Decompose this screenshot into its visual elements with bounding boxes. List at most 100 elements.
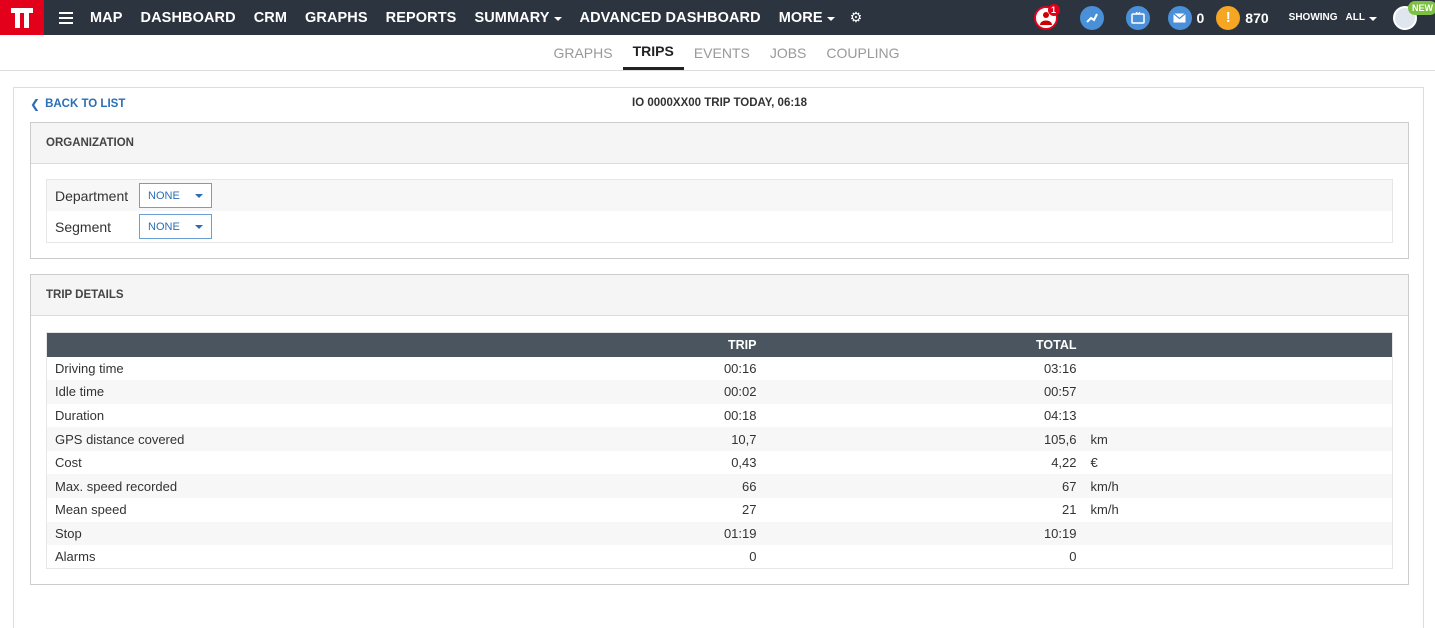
nav-item-more[interactable]: MORE <box>770 10 844 26</box>
table-row: Alarms 0 0 <box>46 545 1393 569</box>
top-navbar: MAP DASHBOARD CRM GRAPHS REPORTS SUMMARY ADVAN… <box>0 0 1435 35</box>
tab-jobs[interactable]: JOBS <box>760 35 817 70</box>
nav-item-label: DASHBOARD <box>140 9 236 26</box>
column-header-trip: TRIP <box>566 332 757 357</box>
main-content: IO 0000XX00 TRIP TODAY, 06:18 ❮ BACK TO … <box>13 87 1424 628</box>
cell-unit <box>1077 404 1393 428</box>
nav-item-map[interactable]: MAP <box>81 10 132 26</box>
organization-panel: ORGANIZATION Department NONE Segment NON… <box>30 122 1409 259</box>
nav-item-label: ADVANCED DASHBOARD <box>579 9 761 26</box>
showing-value: ALL <box>1345 12 1365 23</box>
logo-icon <box>11 7 33 28</box>
cell-label: Driving time <box>55 360 124 376</box>
cell-trip: 27 <box>742 502 757 518</box>
cell-unit <box>1077 522 1393 546</box>
alert-notification-icon[interactable]: 1 <box>1033 3 1060 30</box>
organization-heading: ORGANIZATION <box>31 123 1408 164</box>
messages-icon[interactable] <box>1167 5 1192 30</box>
cell-label: Idle time <box>55 384 105 400</box>
menu-icon[interactable] <box>59 11 73 24</box>
organization-form: Department NONE Segment NONE <box>46 179 1393 243</box>
toolbar-right: 1 0 ! 870 SHOWING ALL NEW <box>1033 0 1435 35</box>
warnings-count: 870 <box>1245 9 1269 26</box>
nav-item-reports[interactable]: REPORTS <box>377 10 466 26</box>
cell-label: Stop <box>55 525 82 541</box>
chevron-down-icon <box>195 194 203 198</box>
cell-label: GPS distance covered <box>55 431 185 447</box>
cell-label: Alarms <box>55 549 96 565</box>
chevron-down-icon <box>553 16 562 21</box>
nav-item-advanced-dashboard[interactable]: ADVANCED DASHBOARD <box>571 10 770 26</box>
nav-item-label: CRM <box>253 9 288 26</box>
segment-label: Segment <box>55 218 112 235</box>
chevron-down-icon <box>826 16 835 21</box>
cell-trip: 00:02 <box>723 384 757 400</box>
cell-trip: 00:18 <box>723 407 757 423</box>
column-header-total: TOTAL <box>756 332 1077 357</box>
tab-events[interactable]: EVENTS <box>684 35 760 70</box>
cell-trip: 10,7 <box>731 431 757 447</box>
column-header-unit <box>1076 332 1393 357</box>
cell-total: 04:13 <box>1043 407 1077 423</box>
segment-select[interactable]: NONE <box>139 214 212 239</box>
main-nav: MAP DASHBOARD CRM GRAPHS REPORTS SUMMARY ADVAN… <box>81 10 844 26</box>
cell-trip: 01:19 <box>723 525 757 541</box>
globe-icon[interactable]: NEW <box>1393 0 1435 30</box>
nav-item-graphs[interactable]: GRAPHS <box>296 10 377 26</box>
cell-unit: km <box>1090 431 1108 447</box>
back-label: BACK TO LIST <box>45 98 126 110</box>
column-header-label <box>46 332 567 357</box>
table-row: Cost 0,43 4,22 € <box>46 450 1393 475</box>
trip-details-table: TRIP TOTAL Driving time 00:16 03:16 Idle ti… <box>46 332 1393 570</box>
department-select[interactable]: NONE <box>139 183 212 208</box>
department-label: Department <box>55 187 129 204</box>
tab-trips[interactable]: TRIPS <box>622 35 684 70</box>
nav-item-label: GRAPHS <box>305 9 368 26</box>
cell-unit: € <box>1090 455 1098 471</box>
tab-graphs[interactable]: GRAPHS <box>543 35 622 70</box>
brand-logo[interactable] <box>0 0 44 35</box>
table-row: Driving time 00:16 03:16 <box>46 356 1393 381</box>
showing-filter[interactable]: SHOWING ALL <box>1289 12 1377 23</box>
cell-label: Mean speed <box>55 502 127 518</box>
back-to-list-link[interactable]: ❮ BACK TO LIST <box>30 97 125 111</box>
tab-coupling[interactable]: COUPLING <box>816 35 909 70</box>
alert-badge: 1 <box>1047 3 1060 16</box>
chevron-down-icon <box>195 225 203 229</box>
cell-total: 67 <box>1062 478 1077 494</box>
gear-icon[interactable]: ⚙ <box>850 9 863 26</box>
cell-unit <box>1077 380 1393 404</box>
table-header-row: TRIP TOTAL <box>46 332 1393 357</box>
trip-details-panel: TRIP DETAILS TRIP TOTAL Driving time 00:1… <box>30 274 1409 585</box>
cell-trip: 66 <box>742 478 757 494</box>
cell-trip: 00:16 <box>723 360 757 376</box>
tv-icon[interactable] <box>1125 5 1150 30</box>
cell-label: Duration <box>55 407 105 423</box>
nav-item-label: MORE <box>778 9 823 26</box>
table-row: Idle time 00:02 00:57 <box>46 380 1393 404</box>
segment-value: NONE <box>148 220 180 233</box>
table-row: Stop 01:19 10:19 <box>46 521 1393 546</box>
nav-item-dashboard[interactable]: DASHBOARD <box>132 10 245 26</box>
cell-label: Cost <box>55 455 82 471</box>
department-value: NONE <box>148 189 180 202</box>
cell-total: 00:57 <box>1043 384 1077 400</box>
cell-total: 4,22 <box>1051 455 1077 471</box>
cell-total: 105,6 <box>1043 431 1077 447</box>
nav-item-label: SUMMARY <box>474 9 550 26</box>
nav-item-summary[interactable]: SUMMARY <box>465 10 570 26</box>
cell-total: 03:16 <box>1043 360 1077 376</box>
cell-total: 0 <box>1069 549 1077 565</box>
route-icon[interactable] <box>1079 5 1104 30</box>
warning-icon[interactable]: ! <box>1216 5 1241 30</box>
cell-trip: 0 <box>749 549 757 565</box>
cell-total: 21 <box>1062 502 1077 518</box>
route-glyph-icon <box>1085 13 1098 23</box>
nav-item-label: REPORTS <box>385 9 457 26</box>
cell-label: Max. speed recorded <box>55 478 178 494</box>
envelope-icon <box>1173 12 1186 22</box>
sub-tabs: GRAPHS TRIPS EVENTS JOBS COUPLING <box>0 35 1435 71</box>
department-row: Department NONE <box>47 180 1392 211</box>
nav-item-crm[interactable]: CRM <box>245 10 296 26</box>
cell-unit: km/h <box>1090 502 1119 518</box>
